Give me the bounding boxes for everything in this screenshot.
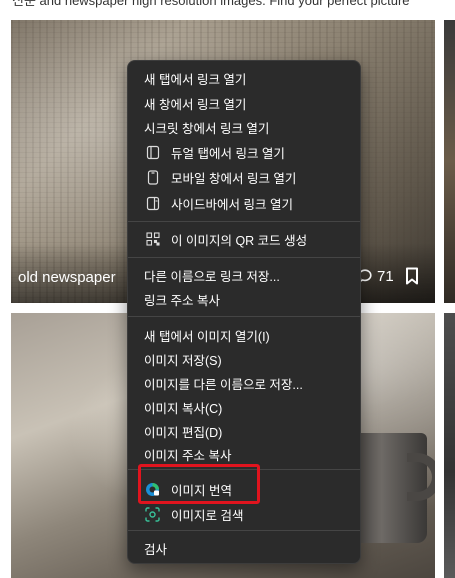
menu-separator: [128, 530, 360, 531]
menu-item-visual-search[interactable]: 이미지로 검색: [128, 502, 360, 526]
menu-item-open-link-mobile-window[interactable]: 모바일 창에서 링크 열기: [128, 165, 360, 189]
image-card-partial[interactable]: [444, 313, 455, 578]
menu-item-label: 다른 이름으로 링크 저장...: [144, 269, 280, 284]
mobile-window-icon: [145, 169, 160, 185]
qr-code-icon: [145, 232, 160, 247]
menu-item-open-link-dual-tab[interactable]: 듀얼 탭에서 링크 열기: [128, 140, 360, 164]
menu-item-copy-image[interactable]: 이미지 복사(C): [128, 395, 360, 419]
highlight-annotation-box: [138, 464, 260, 504]
menu-item-label: 새 창에서 링크 열기: [144, 97, 247, 112]
menu-item-label: 새 탭에서 이미지 열기(I): [144, 329, 270, 344]
menu-item-inspect[interactable]: 검사: [128, 536, 360, 560]
menu-item-open-link-new-window[interactable]: 새 창에서 링크 열기: [128, 91, 360, 115]
menu-item-open-link-new-tab[interactable]: 새 탭에서 링크 열기: [128, 66, 360, 90]
menu-item-label: 사이드바에서 링크 열기: [171, 197, 293, 212]
menu-item-qr-code[interactable]: 이 이미지의 QR 코드 생성: [128, 227, 360, 251]
visual-search-icon: [145, 506, 160, 522]
menu-item-label: 모바일 창에서 링크 열기: [171, 171, 297, 186]
image-card-partial[interactable]: [444, 20, 455, 303]
menu-item-save-link-as[interactable]: 다른 이름으로 링크 저장...: [128, 263, 360, 287]
menu-item-label: 이미지 저장(S): [144, 353, 222, 368]
menu-item-open-link-incognito[interactable]: 시크릿 창에서 링크 열기: [128, 115, 360, 139]
menu-separator: [128, 316, 360, 317]
menu-item-label: 이미지 주소 복사: [144, 448, 232, 463]
menu-item-open-image-new-tab[interactable]: 새 탭에서 이미지 열기(I): [128, 323, 360, 347]
comment-count-value: 71: [377, 267, 394, 285]
menu-item-label: 이미지를 다른 이름으로 저장...: [144, 377, 303, 392]
menu-item-label: 링크 주소 복사: [144, 293, 220, 308]
menu-item-copy-link-address[interactable]: 링크 주소 복사: [128, 287, 360, 311]
menu-item-save-image-as[interactable]: 이미지를 다른 이름으로 저장...: [128, 371, 360, 395]
menu-item-label: 시크릿 창에서 링크 열기: [144, 121, 270, 136]
menu-item-label: 검사: [144, 542, 168, 557]
menu-item-copy-image-address[interactable]: 이미지 주소 복사: [128, 442, 360, 466]
menu-item-label: 듀얼 탭에서 링크 열기: [171, 146, 285, 161]
bookmark-icon[interactable]: [404, 267, 420, 285]
menu-item-edit-image[interactable]: 이미지 편집(D): [128, 419, 360, 443]
menu-item-label: 새 탭에서 링크 열기: [144, 72, 247, 87]
menu-item-open-link-sidebar[interactable]: 사이드바에서 링크 열기: [128, 191, 360, 215]
menu-separator: [128, 221, 360, 222]
sidebar-icon: [145, 196, 160, 211]
comment-count[interactable]: 71: [357, 265, 394, 287]
dual-tab-icon: [145, 145, 160, 160]
menu-item-label: 이미지 편집(D): [144, 425, 223, 440]
menu-item-label: 이 이미지의 QR 코드 생성: [171, 233, 308, 248]
menu-item-label: 이미지로 검색: [171, 508, 244, 523]
menu-separator: [128, 257, 360, 258]
menu-item-save-image[interactable]: 이미지 저장(S): [128, 347, 360, 371]
page-header-text: 신문 and newspaper high resolution images.…: [12, 0, 410, 8]
image-caption: old newspaper: [18, 269, 116, 286]
mug-handle-shape: [407, 453, 435, 501]
menu-item-label: 이미지 복사(C): [144, 401, 223, 416]
